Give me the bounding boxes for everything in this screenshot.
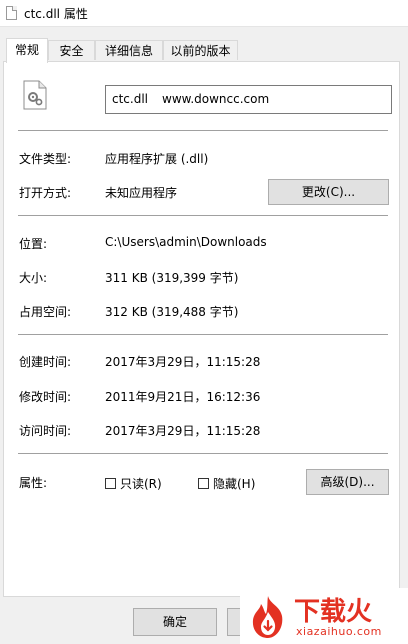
change-button[interactable]: 更改(C)... xyxy=(268,179,389,205)
accessed-value: 2017年3月29日，11:15:28 xyxy=(105,424,261,438)
title-bar: ctc.dll 属性 xyxy=(0,0,408,27)
accessed-label: 访问时间: xyxy=(19,424,72,438)
open-with-label: 打开方式: xyxy=(19,186,72,200)
file-name-text: ctc.dll xyxy=(112,92,148,106)
hidden-checkbox[interactable]: 隐藏(H) xyxy=(198,475,255,492)
size-on-disk-label: 占用空间: xyxy=(19,305,72,319)
divider xyxy=(18,334,388,335)
modified-value: 2011年9月21日，16:12:36 xyxy=(105,390,261,404)
created-label: 创建时间: xyxy=(19,355,72,369)
location-value: C:\Users\admin\Downloads xyxy=(105,235,267,249)
ok-button[interactable]: 确定 xyxy=(133,608,217,636)
general-panel: ctc.dll www.downcc.com 文件类型: 应用程序扩展 (.dl… xyxy=(3,61,400,597)
file-icon xyxy=(6,6,17,20)
dll-file-icon xyxy=(23,80,47,110)
size-on-disk-value: 312 KB (319,488 字节) xyxy=(105,305,239,319)
created-value: 2017年3月29日，11:15:28 xyxy=(105,355,261,369)
hidden-checkbox-box[interactable] xyxy=(198,478,209,489)
file-type-label: 文件类型: xyxy=(19,152,72,166)
file-type-value: 应用程序扩展 (.dll) xyxy=(105,152,209,166)
tab-details[interactable]: 详细信息 xyxy=(95,40,163,60)
flame-logo-icon xyxy=(252,596,283,638)
watermark-brand: 下载火 xyxy=(294,597,373,627)
attributes-label: 属性: xyxy=(19,476,48,490)
file-name-field[interactable]: ctc.dll www.downcc.com xyxy=(105,85,392,114)
advanced-button[interactable]: 高级(D)... xyxy=(306,469,389,495)
divider xyxy=(18,215,388,216)
readonly-checkbox-box[interactable] xyxy=(105,478,116,489)
size-value: 311 KB (319,399 字节) xyxy=(105,271,239,285)
file-name-extra-text: www.downcc.com xyxy=(162,92,270,106)
watermark-domain: xiazaihuo.com xyxy=(296,625,382,638)
divider xyxy=(18,130,388,131)
open-with-value: 未知应用程序 xyxy=(105,186,178,200)
window-title: ctc.dll 属性 xyxy=(24,7,88,21)
tab-previous-versions[interactable]: 以前的版本 xyxy=(163,40,238,60)
tab-security[interactable]: 安全 xyxy=(48,40,95,60)
modified-label: 修改时间: xyxy=(19,390,72,404)
readonly-checkbox[interactable]: 只读(R) xyxy=(105,475,162,492)
watermark-logo: 下载火 xiazaihuo.com xyxy=(240,588,408,644)
size-label: 大小: xyxy=(19,271,48,285)
tab-general[interactable]: 常规 xyxy=(6,38,48,63)
readonly-label: 只读(R) xyxy=(120,477,162,491)
location-label: 位置: xyxy=(19,237,48,251)
hidden-label: 隐藏(H) xyxy=(213,477,256,491)
divider xyxy=(18,453,388,454)
